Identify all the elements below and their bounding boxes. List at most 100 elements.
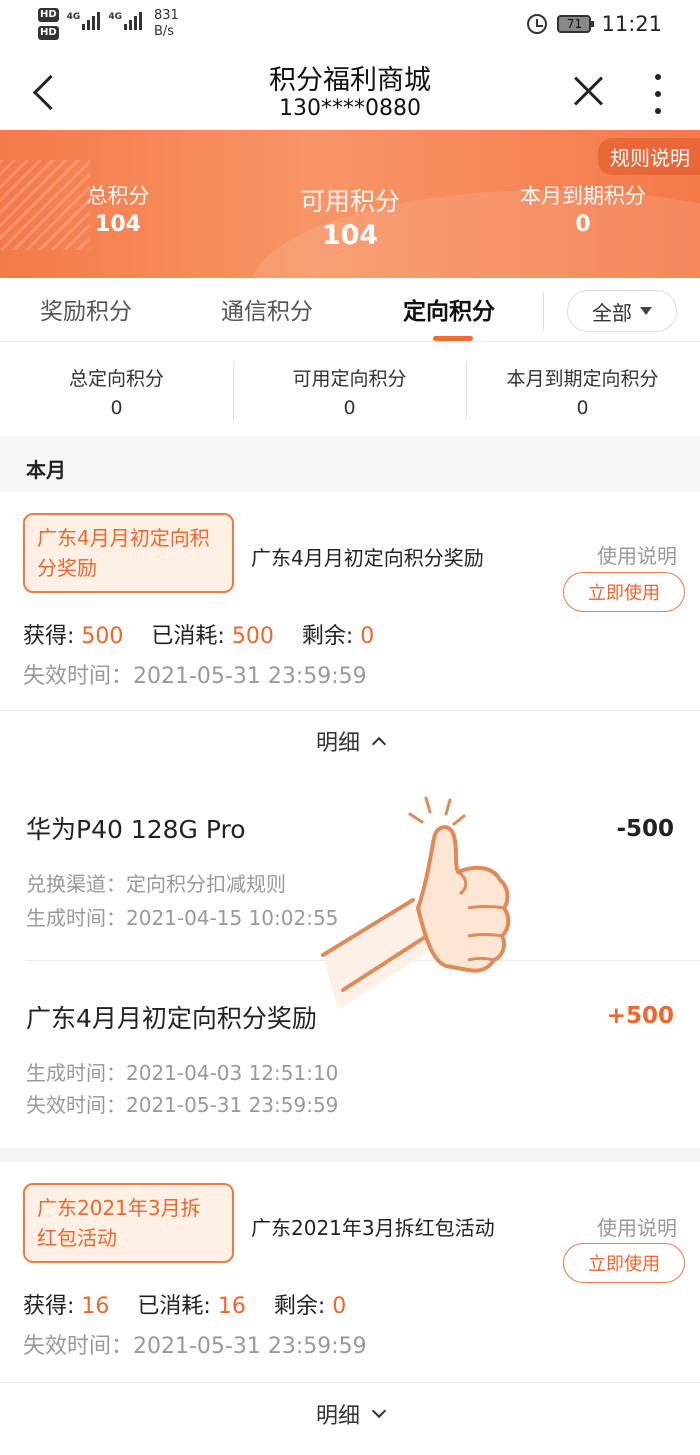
hd-icon-2: HD: [38, 26, 59, 40]
triangle-down-icon: [640, 307, 652, 315]
rules-button[interactable]: 规则说明: [598, 138, 700, 175]
section-header: 本月: [0, 436, 700, 492]
detail-amount: +500: [606, 1003, 674, 1029]
gained-stat: 获得: 500: [23, 618, 123, 650]
points-card: 广东4月月初定向积分奖励 广东4月月初定向积分奖励 使用说明 立即使用 获得: …: [0, 492, 700, 710]
consumed-value: 500: [231, 624, 274, 649]
expiring-points-label: 本月到期积分: [520, 184, 646, 208]
detail-item: 华为P40 128G Pro -500 兑换渠道：定向积分扣减规则 生成时间：2…: [0, 770, 700, 961]
summary-total-value: 0: [110, 397, 123, 419]
gained-label: 获得:: [23, 624, 75, 649]
remaining-value: 0: [360, 624, 375, 649]
section-gap: [0, 1148, 700, 1162]
filter-dropdown[interactable]: 全部: [567, 290, 677, 332]
gained-label: 获得:: [23, 1294, 75, 1319]
use-now-button[interactable]: 立即使用: [563, 572, 685, 612]
detail-line: 兑换渠道：定向积分扣减规则: [26, 872, 286, 896]
detail-amount: -500: [616, 816, 674, 842]
hd-badges: HD HD: [38, 8, 59, 40]
points-card: 广东2021年3月拆红包活动 广东2021年3月拆红包活动 使用说明 立即使用 …: [0, 1162, 700, 1382]
card-stats: 获得: 500 已消耗: 500 剩余: 0: [23, 618, 374, 650]
detail-toggle-label: 明细: [315, 1403, 360, 1429]
signal-icon-2: 4G: [108, 12, 142, 30]
summary-available-value: 0: [343, 397, 356, 419]
status-right: 71 11:21: [527, 12, 662, 36]
available-points-value: 104: [321, 220, 379, 251]
more-icon[interactable]: [652, 74, 664, 114]
consumed-stat: 已消耗: 16: [137, 1288, 245, 1320]
gained-value: 16: [81, 1294, 110, 1319]
speed-value: 831: [153, 8, 179, 23]
speed-unit: B/s: [153, 24, 175, 39]
alarm-icon: [527, 14, 548, 34]
targeted-summary: 总定向积分 0 可用定向积分 0 本月到期定向积分 0: [0, 342, 700, 436]
card-tag: 广东4月月初定向积分奖励: [23, 513, 234, 593]
consumed-label: 已消耗:: [151, 624, 225, 649]
nav-bar: 积分福利商城 130****0880: [0, 52, 700, 130]
tab-targeted-points[interactable]: 定向积分: [403, 292, 495, 326]
network-type-2: 4G: [108, 12, 122, 22]
tab-telecom-points[interactable]: 通信积分: [221, 292, 313, 326]
consumed-label: 已消耗:: [137, 1294, 211, 1319]
detail-toggle-label: 明细: [315, 730, 360, 756]
gained-stat: 获得: 16: [23, 1288, 109, 1320]
filter-label: 全部: [592, 300, 632, 325]
remaining-stat: 剩余: 0: [274, 1288, 346, 1320]
summary-available: 可用定向积分 0: [233, 364, 466, 419]
summary-total: 总定向积分 0: [0, 364, 233, 419]
card-title: 广东4月月初定向积分奖励: [251, 546, 484, 570]
clock: 11:21: [601, 12, 662, 36]
expiry-time: 失效时间：2021-05-31 23:59:59: [23, 664, 367, 689]
remaining-label: 剩余:: [301, 624, 354, 649]
points-banner: 规则说明 总积分 104 可用积分 104 本月到期积分 0: [0, 130, 700, 278]
remaining-value: 0: [332, 1294, 347, 1319]
detail-line: 生成时间：2021-04-15 10:02:55: [26, 906, 339, 930]
summary-expiring: 本月到期定向积分 0: [466, 364, 699, 419]
summary-expiring-label: 本月到期定向积分: [506, 368, 659, 390]
consumed-value: 16: [217, 1294, 246, 1319]
use-now-button[interactable]: 立即使用: [563, 1243, 685, 1283]
section-title: 本月: [26, 458, 66, 482]
detail-name: 华为P40 128G Pro: [26, 815, 246, 844]
chevron-down-icon: [371, 1403, 387, 1418]
expiring-points: 本月到期积分 0: [503, 180, 663, 237]
status-bar: HD HD 4G 4G 831 B/s 71 11:21: [0, 0, 700, 52]
tab-reward-points[interactable]: 奖励积分: [40, 292, 132, 326]
usage-instructions-link[interactable]: 使用说明: [597, 540, 677, 569]
tab-divider: [543, 292, 544, 330]
battery-icon: 71: [557, 15, 595, 33]
detail-toggle[interactable]: 明细: [0, 1382, 700, 1444]
detail-item: 广东4月月初定向积分奖励 +500 生成时间：2021-04-03 12:51:…: [0, 961, 700, 1149]
close-icon[interactable]: [572, 74, 606, 108]
card-title: 广东2021年3月拆红包活动: [251, 1216, 495, 1240]
summary-expiring-value: 0: [576, 397, 589, 419]
detail-line: 失效时间：2021-05-31 23:59:59: [26, 1093, 339, 1117]
total-points-label: 总积分: [86, 184, 150, 208]
remaining-label: 剩余:: [273, 1294, 326, 1319]
consumed-stat: 已消耗: 500: [151, 618, 273, 650]
remaining-stat: 剩余: 0: [302, 618, 374, 650]
expiring-points-value: 0: [575, 212, 591, 237]
detail-toggle[interactable]: 明细: [0, 710, 700, 770]
gained-value: 500: [81, 624, 124, 649]
total-points: 总积分 104: [68, 180, 168, 237]
summary-total-label: 总定向积分: [68, 368, 164, 390]
card-tag: 广东2021年3月拆红包活动: [23, 1183, 234, 1263]
available-points: 可用积分 104: [275, 182, 425, 251]
signal-icon-1: 4G: [67, 12, 101, 30]
detail-line: 生成时间：2021-04-03 12:51:10: [26, 1061, 339, 1085]
status-left: HD HD 4G 4G 831 B/s: [38, 8, 179, 40]
summary-available-label: 可用定向积分: [292, 368, 407, 390]
total-points-value: 104: [95, 212, 141, 237]
tab-indicator: [433, 336, 473, 341]
card-stats: 获得: 16 已消耗: 16 剩余: 0: [23, 1288, 346, 1320]
network-type-1: 4G: [66, 12, 81, 22]
usage-instructions-link[interactable]: 使用说明: [597, 1212, 677, 1241]
hd-icon-1: HD: [38, 8, 59, 22]
expiry-time: 失效时间：2021-05-31 23:59:59: [23, 1334, 367, 1359]
detail-name: 广东4月月初定向积分奖励: [26, 1004, 317, 1033]
available-points-label: 可用积分: [299, 187, 400, 216]
tab-bar: 奖励积分 通信积分 定向积分 全部: [0, 278, 700, 342]
chevron-up-icon: [371, 736, 387, 751]
network-speed: 831 B/s: [154, 8, 179, 40]
